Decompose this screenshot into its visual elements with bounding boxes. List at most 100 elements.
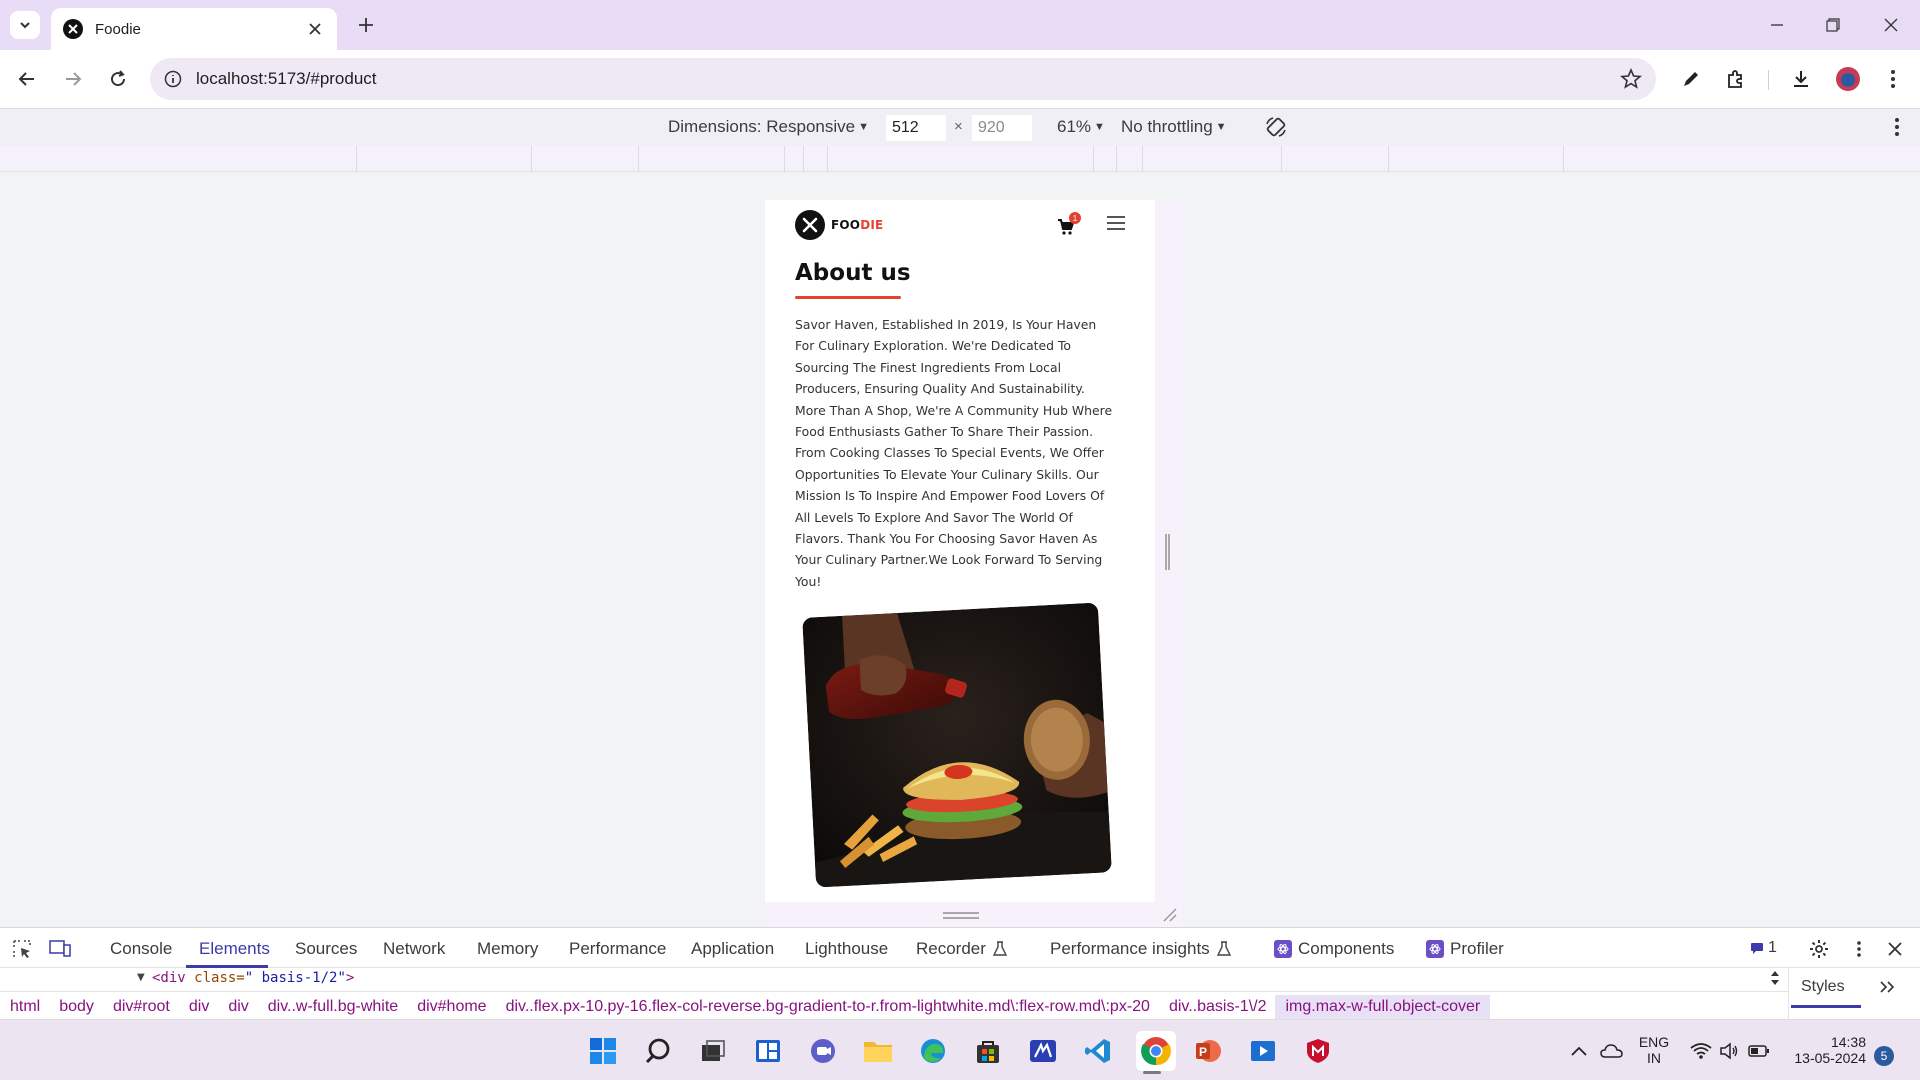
device-toolbar-more-button[interactable] (1894, 117, 1900, 141)
brand-name[interactable]: FOODIE (831, 218, 883, 232)
taskbar-search-button[interactable] (641, 1034, 675, 1068)
media-query-marker (784, 146, 785, 172)
foodie-logo-icon[interactable] (795, 210, 825, 240)
extensions-button[interactable] (1720, 64, 1750, 94)
device-toolbar: Dimensions: Responsive ▼ × 61% ▼ No thro… (0, 108, 1920, 146)
width-input[interactable] (886, 115, 946, 141)
expand-caret-icon[interactable]: ▼ (137, 972, 145, 983)
height-input[interactable] (972, 115, 1032, 141)
forward-button[interactable] (58, 64, 88, 94)
resize-handle-corner[interactable] (1161, 906, 1177, 922)
dom-attr-value: " basis-1/2" (244, 970, 346, 986)
tab-lighthouse[interactable]: Lighthouse (805, 939, 888, 959)
minimize-button[interactable] (1762, 10, 1792, 40)
edge-button[interactable] (916, 1034, 950, 1068)
store-icon (977, 1041, 999, 1063)
powerpoint-button[interactable]: P (1191, 1034, 1225, 1068)
widgets-button[interactable] (751, 1034, 785, 1068)
media-query-bar[interactable] (0, 146, 1920, 172)
vscode-button[interactable] (1081, 1034, 1115, 1068)
powerautomate-button[interactable] (1026, 1034, 1060, 1068)
devtools-more-button[interactable] (1848, 938, 1870, 960)
chevron-up-icon[interactable] (1570, 1045, 1588, 1057)
back-button[interactable] (12, 64, 42, 94)
tab-performance[interactable]: Performance (569, 939, 666, 959)
scroll-arrows-icon[interactable] (1770, 970, 1780, 986)
task-view-button[interactable] (696, 1034, 730, 1068)
zoom-dropdown[interactable]: 61% ▼ (1057, 117, 1105, 137)
tab-profiler[interactable]: Profiler (1426, 939, 1504, 959)
tab-console[interactable]: Console (110, 939, 172, 959)
window-close-button[interactable] (1876, 10, 1906, 40)
downloads-button[interactable] (1786, 64, 1816, 94)
tab-sources[interactable]: Sources (295, 939, 357, 959)
rotate-button[interactable] (1264, 115, 1288, 139)
bookmark-button[interactable] (1619, 67, 1643, 94)
browser-tab-foodie[interactable]: Foodie (51, 8, 337, 50)
tab-search-button[interactable] (10, 11, 40, 39)
tab-network[interactable]: Network (383, 939, 445, 959)
back-arrow-icon (18, 72, 34, 86)
pen-extension-button[interactable] (1676, 64, 1706, 94)
breadcrumb-item[interactable]: body (59, 998, 94, 1016)
onedrive-icon[interactable] (1600, 1041, 1624, 1061)
issues-button[interactable]: 1 (1750, 939, 1777, 957)
menu-icon-line (1107, 222, 1125, 224)
site-info-icon[interactable] (164, 70, 182, 88)
new-tab-button[interactable] (353, 12, 379, 38)
tab-recorder[interactable]: Recorder (916, 939, 1008, 959)
tab-components[interactable]: Components (1274, 939, 1394, 959)
chevron-double-right-icon[interactable] (1879, 980, 1895, 994)
breadcrumb-item[interactable]: div..w-full.bg-white (268, 998, 398, 1016)
mcafee-button[interactable] (1301, 1034, 1335, 1068)
menu-button[interactable] (1107, 216, 1125, 232)
teams-button[interactable] (806, 1034, 840, 1068)
tab-components-label: Components (1298, 939, 1395, 958)
wifi-icon[interactable] (1690, 1042, 1712, 1060)
dimensions-dropdown[interactable]: Dimensions: Responsive ▼ (668, 117, 869, 137)
reload-button[interactable] (103, 64, 133, 94)
breadcrumb-item[interactable]: div..basis-1\/2 (1169, 998, 1267, 1016)
breadcrumb-item[interactable]: div (228, 998, 248, 1016)
breadcrumb-item[interactable]: div#root (113, 998, 170, 1016)
restore-button[interactable] (1818, 10, 1848, 40)
volume-icon[interactable] (1719, 1042, 1739, 1060)
tab-close-button[interactable] (305, 19, 325, 39)
tab-application[interactable]: Application (691, 939, 774, 959)
cart-button[interactable]: 1 (1057, 212, 1081, 236)
dom-tree-line[interactable]: ▼ <div class=" basis-1/2"> (0, 968, 1788, 988)
throttling-dropdown[interactable]: No throttling ▼ (1121, 117, 1227, 137)
address-bar[interactable]: localhost:5173/#product (150, 58, 1656, 100)
battery-icon[interactable] (1748, 1044, 1770, 1058)
resize-handle-bottom[interactable] (943, 912, 979, 919)
breadcrumb-item[interactable]: div (189, 998, 209, 1016)
language-indicator[interactable]: ENG IN (1638, 1034, 1670, 1066)
inspect-element-button[interactable] (11, 938, 33, 960)
devtools-close-button[interactable] (1884, 938, 1906, 960)
forward-arrow-icon (66, 72, 82, 86)
tab-performance-insights[interactable]: Performance insights (1050, 939, 1232, 959)
folder-icon (864, 1042, 892, 1062)
video-app-button[interactable] (1246, 1034, 1280, 1068)
store-button[interactable] (971, 1034, 1005, 1068)
chrome-button[interactable] (1136, 1031, 1176, 1071)
breadcrumb-item[interactable]: div..flex.px-10.py-16.flex-col-reverse.b… (506, 998, 1150, 1016)
breadcrumb-item[interactable]: html (10, 998, 40, 1016)
device-toolbar-toggle[interactable] (49, 938, 71, 960)
url-text[interactable]: localhost:5173/#product (196, 69, 377, 89)
clock[interactable]: 14:38 13-05-2024 (1782, 1034, 1866, 1066)
tab-memory[interactable]: Memory (477, 939, 538, 959)
profile-button[interactable] (1833, 64, 1863, 94)
start-button[interactable] (586, 1034, 620, 1068)
notifications-badge[interactable]: 5 (1874, 1046, 1894, 1066)
resize-handle-right[interactable] (1165, 534, 1170, 570)
gear-icon (1810, 940, 1828, 958)
breadcrumb-item-selected[interactable]: img.max-w-full.object-cover (1275, 994, 1491, 1019)
tab-elements[interactable]: Elements (199, 939, 270, 959)
browser-menu-button[interactable] (1878, 64, 1908, 94)
breadcrumb-item[interactable]: div#home (417, 998, 486, 1016)
file-explorer-button[interactable] (861, 1034, 895, 1068)
close-icon (1884, 18, 1898, 32)
tab-styles[interactable]: Styles (1801, 978, 1845, 996)
devtools-settings-button[interactable] (1808, 938, 1830, 960)
